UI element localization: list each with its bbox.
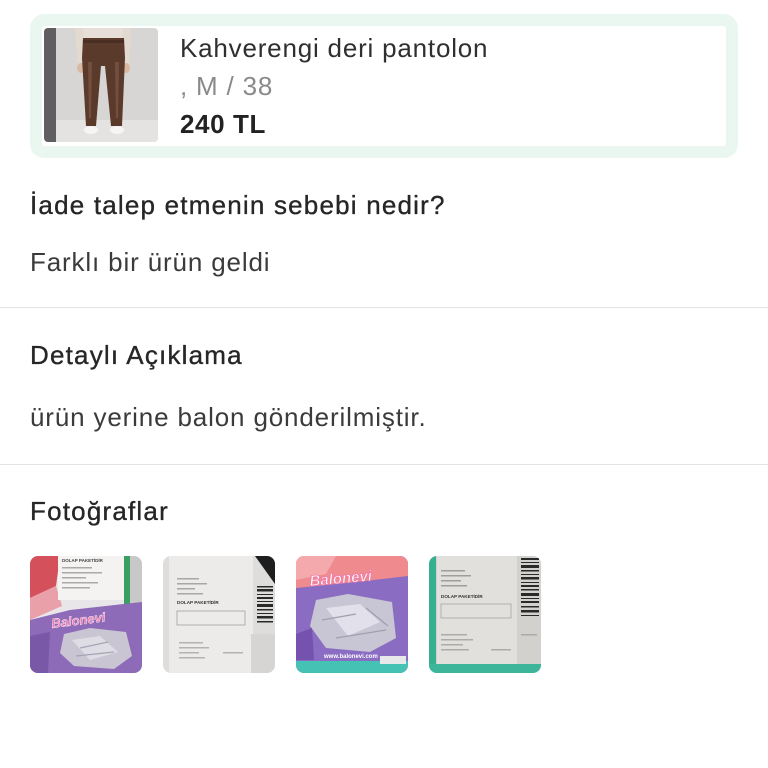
reason-question: İade talep etmenin sebebi nedir? xyxy=(30,190,446,220)
product-variant: , M / 38 xyxy=(180,71,274,101)
photo-thumbnail[interactable]: DOLAP PAKETİDİR xyxy=(163,556,275,673)
photo-thumbnail[interactable]: Balonevi www.balonevi.com xyxy=(296,556,408,673)
package-photo-icon: DOLAP PAKETİDİR Balonevi xyxy=(30,556,142,673)
product-image[interactable] xyxy=(44,28,158,142)
photo-gallery: DOLAP PAKETİDİR Balonevi DOLAP PAKETİDİR… xyxy=(30,556,541,673)
description-title: Detaylı Açıklama xyxy=(30,340,243,370)
photos-title: Fotoğraflar xyxy=(30,496,169,526)
svg-text:DOLAP PAKETİDİR: DOLAP PAKETİDİR xyxy=(62,557,104,563)
photo-thumbnail[interactable]: DOLAP PAKETİDİR Balonevi xyxy=(30,556,142,673)
svg-text:DOLAP PAKETİDİR: DOLAP PAKETİDİR xyxy=(177,599,219,605)
description-text: ürün yerine balon gönderilmiştir. xyxy=(30,402,427,432)
product-card-body[interactable]: Kahverengi deri pantolon , M / 38 240 TL xyxy=(42,26,726,146)
svg-text:www.balonevi.com: www.balonevi.com xyxy=(323,654,378,660)
balloon-bag-photo-icon: Balonevi www.balonevi.com xyxy=(296,556,408,673)
package-photo-icon: DOLAP PAKETİDİR xyxy=(163,556,275,673)
section-divider xyxy=(0,307,768,308)
package-photo-icon: DOLAP PAKETİDİR xyxy=(429,556,541,673)
photo-thumbnail[interactable]: DOLAP PAKETİDİR xyxy=(429,556,541,673)
product-photo-icon xyxy=(44,28,158,142)
product-price: 240 TL xyxy=(180,109,266,139)
reason-answer: Farklı bir ürün geldi xyxy=(30,247,271,277)
svg-text:DOLAP PAKETİDİR: DOLAP PAKETİDİR xyxy=(441,593,483,599)
product-card[interactable]: Kahverengi deri pantolon , M / 38 240 TL xyxy=(30,14,738,158)
section-divider xyxy=(0,464,768,465)
product-name: Kahverengi deri pantolon xyxy=(180,33,489,63)
